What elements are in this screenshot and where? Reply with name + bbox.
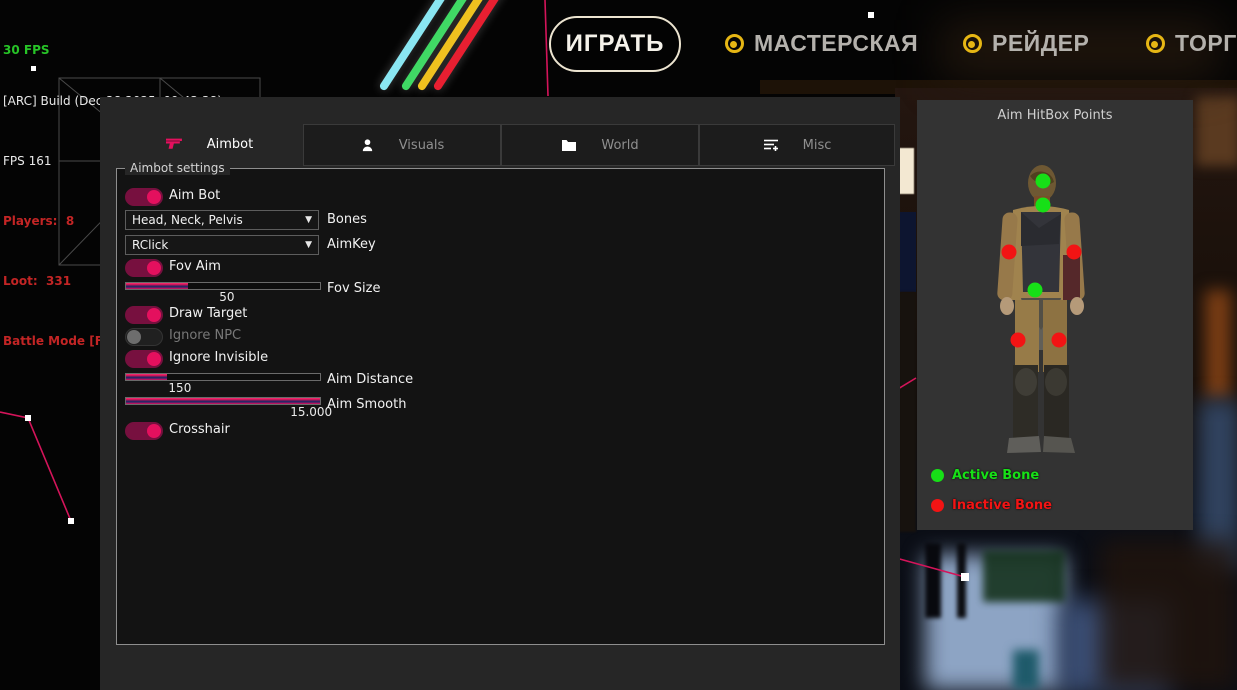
fov-aim-toggle[interactable] — [125, 259, 163, 277]
fov-size-label: Fov Size — [327, 281, 380, 296]
hitbox-panel: Aim HitBox Points — [917, 100, 1193, 530]
coin-icon — [725, 34, 744, 53]
background-blob — [1100, 540, 1237, 690]
nav-item-raider[interactable]: РЕЙДЕР — [963, 28, 1089, 58]
crosshair-label: Crosshair — [169, 421, 230, 439]
playlist-add-icon — [763, 138, 779, 152]
tab-aimbot[interactable]: Aimbot — [116, 124, 303, 164]
aimkey-value: RClick — [132, 238, 168, 252]
tab-visuals[interactable]: Visuals — [303, 124, 501, 166]
coin-icon — [1146, 34, 1165, 53]
chevron-down-icon: ▼ — [305, 240, 312, 250]
background-blob — [1196, 96, 1237, 166]
cheat-menu-panel: Aimbot Visuals World — [100, 97, 900, 690]
hitbox-panel-title: Aim HitBox Points — [917, 108, 1193, 123]
background-dark-block — [899, 292, 916, 532]
background-blob — [1013, 650, 1039, 690]
person-icon — [360, 138, 375, 153]
tab-label: World — [601, 138, 638, 153]
aimbot-settings-group: Aimbot settings Aim Bot Head, Neck, Pelv… — [116, 168, 885, 645]
chevron-down-icon: ▼ — [305, 215, 312, 225]
aim-distance-value: 150 — [168, 381, 191, 395]
draw-target-toggle[interactable] — [125, 306, 163, 324]
background-light-block — [899, 148, 914, 194]
background-blob — [983, 550, 1065, 602]
pistol-icon — [166, 138, 183, 151]
bone-dot-left-thigh[interactable] — [1011, 332, 1026, 347]
bone-dot-neck[interactable] — [1036, 197, 1051, 212]
group-title: Aimbot settings — [125, 161, 230, 175]
tab-world[interactable]: World — [501, 124, 699, 166]
nav-item-trade[interactable]: ТОРГО — [1146, 28, 1237, 58]
rainbow-stripe — [418, 0, 568, 112]
fov-aim-label: Fov Aim — [169, 258, 221, 276]
nav-item-label: РЕЙДЕР — [992, 30, 1089, 57]
aim-distance-slider[interactable] — [125, 373, 321, 381]
legend-inactive-bone: Inactive Bone — [931, 498, 1052, 513]
legend-label: Active Bone — [952, 468, 1039, 483]
background-blob — [1205, 290, 1231, 400]
bones-dropdown[interactable]: Head, Neck, Pelvis ▼ — [125, 210, 319, 230]
coin-icon — [963, 34, 982, 53]
bone-dot-left-arm[interactable] — [1001, 244, 1016, 259]
aimkey-label: AimKey — [327, 237, 376, 252]
bones-label: Bones — [327, 212, 367, 227]
ignore-invisible-toggle[interactable] — [125, 350, 163, 368]
active-bone-dot — [931, 469, 944, 482]
bone-dot-right-thigh[interactable] — [1051, 332, 1066, 347]
crosshair-toggle[interactable] — [125, 422, 163, 440]
bone-dot-head[interactable] — [1036, 173, 1051, 188]
background-blob — [925, 543, 941, 618]
fov-size-slider[interactable] — [125, 282, 321, 290]
nav-item-label: ТОРГО — [1175, 30, 1237, 57]
inactive-bone-dot — [931, 499, 944, 512]
tab-label: Visuals — [399, 138, 445, 153]
tab-label: Misc — [803, 138, 832, 153]
legend-label: Inactive Bone — [952, 498, 1052, 513]
aim-smooth-label: Aim Smooth — [327, 397, 406, 412]
ignore-npc-label: Ignore NPC — [169, 327, 241, 345]
aim-bot-label: Aim Bot — [169, 187, 220, 205]
aim-bot-toggle[interactable] — [125, 188, 163, 206]
ignore-npc-toggle[interactable] — [125, 328, 163, 346]
tab-misc[interactable]: Misc — [699, 124, 895, 166]
fov-size-value: 50 — [219, 290, 234, 304]
screen: 30 FPS [ARC] Build (Dec 28 2025, 09:43:3… — [0, 0, 1237, 690]
play-button[interactable]: ИГРАТЬ — [549, 16, 681, 72]
aim-distance-label: Aim Distance — [327, 372, 413, 387]
bones-value: Head, Neck, Pelvis — [132, 213, 243, 227]
hud-fps-counter: 30 FPS — [3, 40, 222, 60]
background-navy-block — [899, 212, 916, 292]
bone-dot-pelvis[interactable] — [1028, 283, 1043, 298]
aim-smooth-value: 15.000 — [290, 405, 332, 419]
ignore-invisible-label: Ignore Invisible — [169, 349, 268, 367]
background-blob — [957, 543, 966, 618]
aimkey-dropdown[interactable]: RClick ▼ — [125, 235, 319, 255]
nav-item-workshop[interactable]: МАСТЕРСКАЯ — [725, 28, 918, 58]
nav-item-label: МАСТЕРСКАЯ — [754, 30, 918, 57]
tab-label: Aimbot — [207, 137, 253, 152]
bone-dot-right-arm[interactable] — [1067, 244, 1082, 259]
legend-active-bone: Active Bone — [931, 468, 1039, 483]
draw-target-label: Draw Target — [169, 305, 247, 323]
folder-icon — [561, 139, 577, 152]
aim-smooth-slider[interactable] — [125, 397, 321, 405]
